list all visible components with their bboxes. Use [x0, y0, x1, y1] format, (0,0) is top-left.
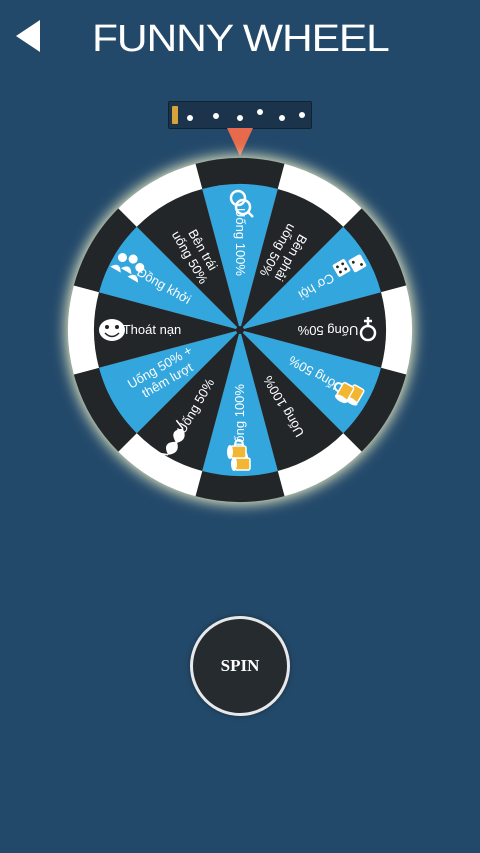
indicator-dot	[213, 113, 219, 119]
segment-label: Uống 100%	[232, 384, 247, 452]
segment-label-text: Thoát nạn	[123, 322, 182, 337]
page-title: FUNNY WHEEL	[92, 18, 390, 60]
wheel-svg[interactable]: Uống 100% Bên phảiuống 50%Cơ hộiUống 50%U…	[60, 150, 420, 510]
indicator-dot	[279, 115, 285, 121]
indicator-tab	[172, 106, 178, 124]
back-arrow-icon	[16, 20, 40, 52]
segment-label: Uống 100%	[233, 208, 248, 276]
indicator-dot	[237, 115, 243, 121]
segment-label-text: Uống 100%	[232, 384, 247, 452]
spin-button[interactable]: SPIN	[190, 616, 290, 716]
prize-wheel[interactable]: Uống 100% Bên phải uống 50% Cơ hội Uống 50% U…	[60, 150, 420, 510]
indicator-dot	[187, 115, 193, 121]
indicator-dot	[257, 109, 263, 115]
segment-label-text: Uống 100%	[233, 208, 248, 276]
meme-face-icon	[99, 319, 125, 341]
indicator-dot	[299, 112, 305, 118]
back-button[interactable]	[12, 18, 48, 54]
segment-label: Uống 50%	[297, 323, 358, 338]
header-bar: FUNNY WHEEL	[0, 0, 480, 80]
segment-label-text: Uống 50%	[297, 323, 358, 338]
spin-indicator-bar	[168, 101, 312, 129]
wheel-hub	[236, 326, 244, 334]
segment-label: Thoát nạn	[123, 322, 182, 337]
